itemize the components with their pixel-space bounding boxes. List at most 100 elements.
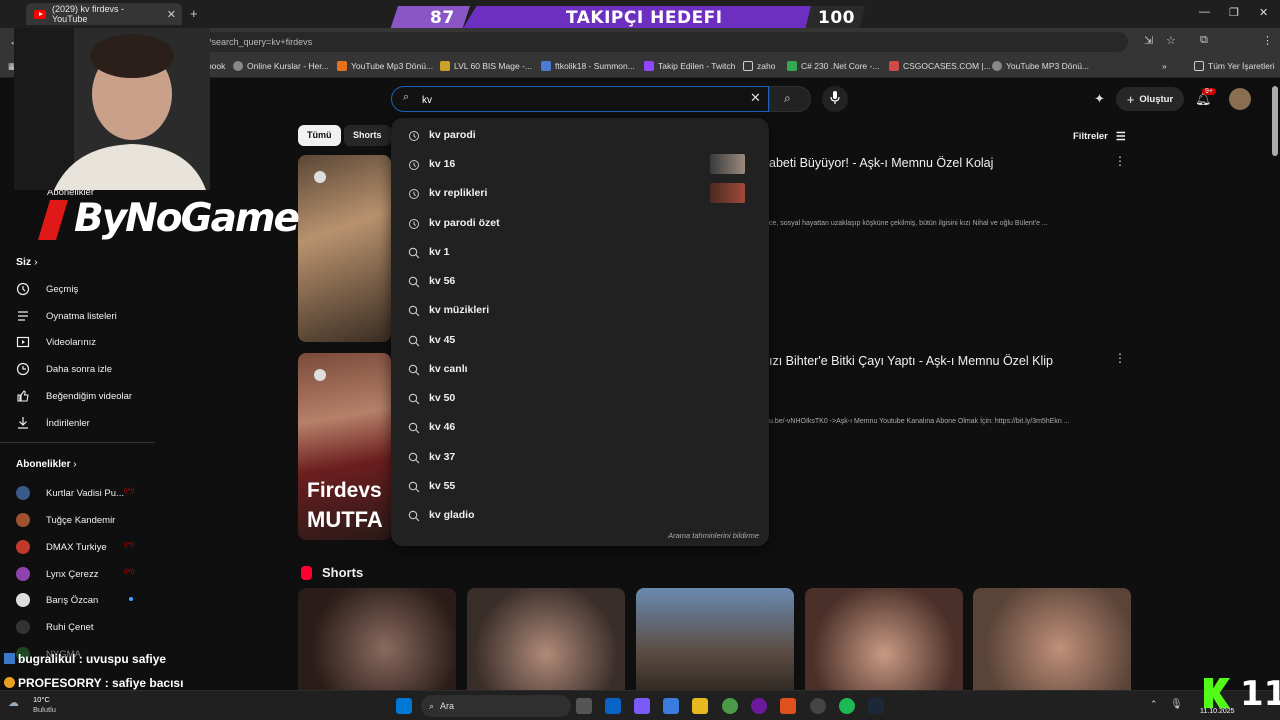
steam-icon[interactable] — [868, 698, 884, 714]
suggestion-item[interactable]: kv gladio — [391, 501, 769, 529]
suggestion-item[interactable]: kv 37 — [391, 443, 769, 471]
new-tab-button[interactable]: + — [190, 6, 198, 21]
opera-gx-icon[interactable] — [751, 698, 767, 714]
bookmark-item[interactable]: YouTube Mp3 Dönü... — [337, 61, 433, 71]
subscription-item[interactable]: Kurtlar Vadisi Pu... — [16, 486, 124, 500]
obs-icon[interactable] — [810, 698, 826, 714]
channel-avatar — [16, 486, 30, 500]
video-menu-icon[interactable]: ⋮ — [1114, 351, 1126, 365]
premium-icon[interactable]: ✦ — [1094, 91, 1105, 107]
spotify-icon[interactable] — [839, 698, 855, 714]
sidebar-item-downloads[interactable]: İndirilenler — [16, 416, 90, 430]
short-thumbnail[interactable] — [973, 588, 1131, 698]
suggestion-item[interactable]: kv 50 — [391, 384, 769, 412]
suggestion-item[interactable]: kv replikleri — [391, 179, 769, 207]
suggestion-item[interactable]: kv 55 — [391, 472, 769, 500]
short-thumbnail[interactable] — [298, 588, 456, 698]
video-title[interactable]: ızı Bihter'e Bitki Çayı Yaptı - Aşk-ı Me… — [769, 354, 1053, 368]
url-field[interactable]: be.com/results?search_query=kv+firdevs — [78, 32, 1128, 52]
youtube-avatar[interactable] — [1229, 88, 1251, 110]
video-thumbnail[interactable]: Firdevs MUTFA — [298, 353, 391, 540]
suggestion-item[interactable]: kv 56 — [391, 267, 769, 295]
install-icon[interactable]: ⇲ — [1144, 34, 1153, 47]
subscription-item[interactable]: Barış Özcan — [16, 593, 98, 607]
page-scrollbar[interactable] — [1272, 86, 1278, 156]
sidebar-item-history[interactable]: Geçmiş — [16, 282, 78, 296]
extensions-icon[interactable]: ⧉ — [1200, 34, 1208, 47]
search-icon: ⌕ — [429, 700, 435, 711]
watch-later-icon — [16, 362, 30, 376]
video-thumbnail[interactable] — [298, 155, 391, 342]
suggestion-item[interactable]: kv canlı — [391, 355, 769, 383]
outlook-icon[interactable] — [605, 698, 621, 714]
chip-shorts[interactable]: Shorts — [344, 125, 391, 146]
bookmark-item[interactable]: CSGOCASES.COM |... — [889, 61, 991, 71]
suggestion-item[interactable]: kv 1 — [391, 238, 769, 266]
playlist-icon — [16, 309, 30, 323]
search-icon — [408, 246, 420, 259]
bookmark-item[interactable]: LVL 60 BIS Mage -... — [440, 61, 532, 71]
task-view-icon[interactable] — [576, 698, 592, 714]
short-thumbnail[interactable] — [805, 588, 963, 698]
all-bookmarks[interactable]: Tüm Yer İşaretleri — [1194, 61, 1275, 71]
minimize-icon[interactable]: — — [1199, 6, 1210, 18]
short-thumbnail[interactable] — [636, 588, 794, 698]
sidebar-item-liked-videos[interactable]: Beğendiğim videolar — [16, 389, 132, 403]
suggestion-item[interactable]: kv 45 — [391, 326, 769, 354]
clear-search-icon[interactable]: ✕ — [750, 90, 761, 106]
tray-chevron-icon[interactable]: ⌃ — [1150, 699, 1158, 710]
taskbar-search[interactable]: ⌕ Ara — [421, 695, 571, 717]
filters-button[interactable]: Filtreler ☰ — [1073, 130, 1126, 143]
bookmark-item[interactable]: Takip Edilen - Twitch — [644, 61, 735, 71]
subscriptions-heading[interactable]: Abonelikler › — [16, 459, 77, 470]
suggestion-thumbnail — [710, 183, 745, 203]
suggestion-item[interactable]: kv 46 — [391, 413, 769, 441]
follower-goal-banner: 87 TAKIPÇI HEDEFI 100 — [390, 6, 865, 30]
bookmark-item[interactable]: ftkolik18 - Summon... — [541, 61, 635, 71]
short-thumbnail[interactable] — [467, 588, 625, 698]
sidebar-item-your-videos[interactable]: Videolarınız — [16, 335, 96, 349]
suggestion-item[interactable]: kv parodi özet — [391, 209, 769, 237]
bookmark-favicon-icon — [787, 61, 797, 71]
create-button[interactable]: + Oluştur — [1116, 87, 1184, 111]
you-section-heading[interactable]: Siz › — [16, 256, 38, 268]
file-explorer-icon[interactable] — [692, 698, 708, 714]
tab-close-icon[interactable]: ✕ — [167, 8, 176, 21]
subscription-item[interactable]: DMAX Turkiye — [16, 540, 107, 554]
voice-search-button[interactable] — [822, 86, 848, 112]
bookmark-item[interactable]: Online Kurslar - Her... — [233, 61, 329, 71]
video-description: ce, sosyal hayattan uzaklaşıp köşküne çe… — [769, 220, 1048, 227]
live-indicator-icon: ((•)) — [124, 488, 135, 494]
video-title[interactable]: abeti Büyüyor! - Aşk-ı Memnu Özel Kolaj — [769, 156, 993, 170]
subscription-item[interactable]: Tuğçe Kandemir — [16, 513, 115, 527]
browser-tab[interactable]: (2029) kv firdevs - YouTube ✕ — [26, 3, 182, 25]
suggestion-item[interactable]: kv 16 — [391, 150, 769, 178]
maximize-icon[interactable]: ❐ — [1229, 6, 1239, 19]
subscription-item[interactable]: Ruhi Çenet — [16, 620, 94, 634]
bookmark-item[interactable]: YouTube MP3 Dönü... — [992, 61, 1089, 71]
more-bookmarks-icon[interactable]: » — [1162, 61, 1167, 71]
suggestion-item[interactable]: kv parodi — [391, 121, 769, 149]
windows-start-icon[interactable] — [396, 698, 412, 714]
search-box[interactable]: ⌕ ✕ — [391, 86, 769, 112]
brave-icon[interactable] — [780, 698, 796, 714]
suggestion-item[interactable]: kv müzikleri — [391, 296, 769, 324]
chat-message: PROFESORRY : safiye bacısı — [4, 676, 183, 690]
microphone-tray-icon[interactable]: 🎙︎ — [1170, 699, 1183, 710]
bookmark-folder[interactable]: zaho — [743, 61, 775, 71]
report-suggestions-link[interactable]: Arama tahminlerini bildirme — [668, 531, 759, 540]
video-menu-icon[interactable]: ⋮ — [1114, 154, 1126, 168]
sidebar-item-watch-later[interactable]: Daha sonra izle — [16, 362, 112, 376]
search-button[interactable]: ⌕ — [769, 86, 811, 112]
chip-all[interactable]: Tümü — [298, 125, 341, 146]
browser-menu-icon[interactable]: ⋮ — [1262, 34, 1273, 47]
chrome-icon[interactable] — [722, 698, 738, 714]
subscription-item[interactable]: Lynx Çerezz — [16, 567, 98, 581]
sidebar-item-playlists[interactable]: Oynatma listeleri — [16, 309, 117, 323]
copilot-icon[interactable] — [634, 698, 650, 714]
bookmark-item[interactable]: C# 230 .Net Core -... — [787, 61, 879, 71]
close-window-icon[interactable]: ✕ — [1259, 6, 1268, 19]
store-icon[interactable] — [663, 698, 679, 714]
search-input[interactable] — [422, 92, 722, 108]
bookmark-star-icon[interactable]: ☆ — [1166, 34, 1176, 47]
